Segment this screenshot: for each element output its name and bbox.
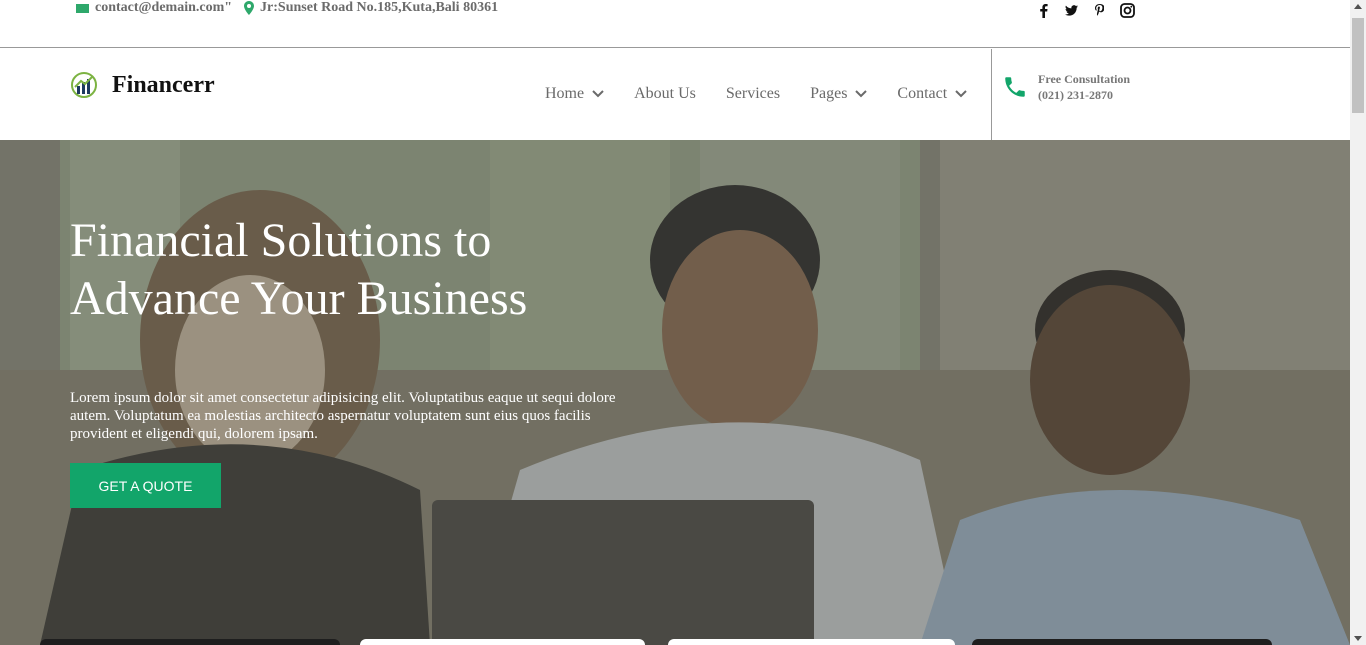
menu-item-home[interactable]: Home [545,85,604,103]
feature-card [668,639,955,645]
email-link[interactable]: contact@demain.com" [95,0,232,16]
nav-divider [991,49,992,140]
hero-description: Lorem ipsum dolor sit amet consectetur a… [70,390,616,442]
get-a-quote-button[interactable]: GET A QUOTE [70,463,221,508]
phone-icon [1005,77,1025,97]
menu-item-label: Services [725,85,781,102]
instagram-icon[interactable] [1119,2,1135,18]
consultation-phone[interactable]: (021) 231-2870 [1038,87,1130,103]
feature-card [972,639,1272,645]
chevron-down-icon [855,90,868,98]
hero-section: Financial Solutions to Advance Your Busi… [0,140,1350,645]
free-consultation[interactable]: Free Consultation (021) 231-2870 [1002,71,1130,103]
menu-item-label: Pages [810,85,848,102]
facebook-icon[interactable] [1035,2,1051,18]
location-pin-icon [244,1,255,15]
scroll-up-arrow-icon[interactable] [1354,4,1362,9]
chevron-down-icon [592,90,604,98]
menu-item-label: Home [545,85,585,102]
address-text: Jr:Sunset Road No.185,Kuta,Bali 80361 [260,0,499,15]
scrollbar-thumb[interactable] [1352,18,1364,113]
pinterest-icon[interactable] [1091,2,1107,18]
chevron-down-icon [955,90,967,98]
scroll-down-arrow-icon[interactable] [1354,636,1362,641]
feature-card [40,639,340,645]
top-bar: contact@demain.com" Jr:Sunset Road No.18… [0,0,1350,48]
brand-name: Financerr [112,71,215,98]
page-scrollbar[interactable] [1350,0,1366,645]
logo-icon [71,72,97,98]
main-navbar: Financerr Home About Us Services Pages C… [0,49,1350,140]
mail-icon [76,3,89,13]
menu-item-label: About Us [634,85,696,102]
menu-item-services[interactable]: Services [726,85,780,103]
brand[interactable]: Financerr [70,71,215,99]
hero-title: Financial Solutions to Advance Your Busi… [70,214,528,325]
menu-item-about-us[interactable]: About Us [634,85,696,103]
consultation-text: Free Consultation (021) 231-2870 [1038,71,1130,103]
main-menu: Home About Us Services Pages Contact [545,85,967,103]
menu-item-contact[interactable]: Contact [897,85,967,103]
contact-info: contact@demain.com" Jr:Sunset Road No.18… [76,0,498,16]
consultation-title: Free Consultation [1038,72,1131,86]
social-links [1035,2,1135,18]
menu-item-pages[interactable]: Pages [810,85,868,103]
feature-card [360,639,645,645]
feature-cards-peek [0,635,1350,645]
menu-item-label: Contact [897,85,948,102]
twitter-icon[interactable] [1063,2,1079,18]
